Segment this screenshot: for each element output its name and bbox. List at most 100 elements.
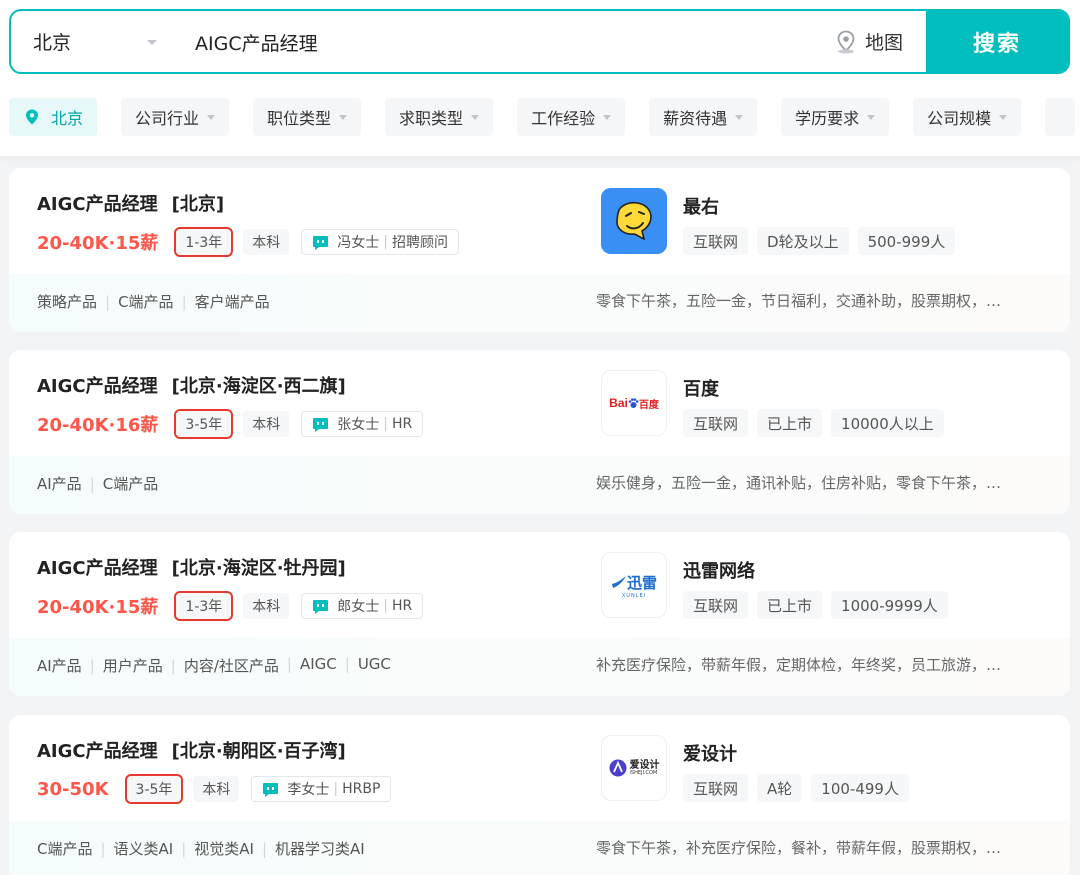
chevron-down-icon: [999, 114, 1008, 120]
company-tag: D轮及以上: [757, 227, 849, 255]
salary: 20-40K·15薪: [37, 233, 159, 254]
job-title[interactable]: AIGC产品经理 [北京]: [37, 190, 224, 216]
job-name: AIGC产品经理: [37, 376, 158, 397]
map-button[interactable]: 地图: [835, 11, 903, 72]
paw-icon: [628, 397, 639, 408]
aisheji-mark-icon: [609, 759, 626, 777]
experience-tag: 1-3年: [174, 591, 234, 621]
skill-tag: 视觉类AI: [173, 838, 254, 859]
chevron-down-icon: [735, 114, 744, 120]
filter-company-size[interactable]: 公司规模: [913, 98, 1022, 136]
job-name: AIGC产品经理: [37, 558, 158, 579]
search-button[interactable]: 搜索: [926, 11, 1068, 72]
company-tags: 互联网 D轮及以上 500-999人: [683, 227, 964, 255]
company-logo[interactable]: 迅雷 XUNLEI: [601, 552, 667, 618]
job-info-row: 20-40K·15薪 1-3年 本科 冯女士 | 招聘顾问: [37, 227, 459, 257]
filter-city-label: 北京: [51, 109, 84, 128]
education-tag: 本科: [243, 411, 290, 437]
experience-tag: 3-5年: [174, 409, 234, 439]
recruiter-chip[interactable]: 李女士 | HRBP: [251, 776, 392, 802]
job-title[interactable]: AIGC产品经理 [北京·海淀区·牡丹园]: [37, 554, 346, 580]
chat-icon: [313, 599, 329, 614]
skill-tag: 用户产品: [82, 655, 163, 676]
company-name[interactable]: 迅雷网络: [683, 557, 755, 583]
aisheji-logo: 爱设计 iSHEJI.COM: [609, 759, 660, 777]
job-card[interactable]: AIGC产品经理 [北京·海淀区·牡丹园] 20-40K·15薪 1-3年 本科 …: [9, 532, 1070, 696]
company-tag: 互联网: [683, 227, 749, 255]
skill-tag: C端产品: [97, 291, 173, 312]
company-tag: 100-499人: [811, 774, 909, 802]
salary: 30-50K: [37, 778, 109, 800]
job-location: [北京]: [171, 194, 225, 215]
zuiyou-logo-icon: [601, 188, 667, 254]
city-dropdown[interactable]: 北京: [33, 11, 173, 72]
recruiter-chip[interactable]: 张女士 | HR: [301, 411, 424, 437]
company-name[interactable]: 爱设计: [683, 740, 737, 766]
job-card[interactable]: AIGC产品经理 [北京] 20-40K·15薪 1-3年 本科 冯女士 | 招聘顾问…: [9, 168, 1070, 332]
filter-experience[interactable]: 工作经验: [517, 98, 626, 136]
company-tag: 10000人以上: [831, 409, 944, 437]
company-tag: 已上市: [757, 409, 823, 437]
job-card[interactable]: AIGC产品经理 [北京·海淀区·西二旗] 20-40K·16薪 3-5年 本科 …: [9, 350, 1070, 514]
city-dropdown-label: 北京: [33, 32, 72, 54]
swoosh-icon: [611, 576, 626, 588]
job-card-footer: 策略产品 C端产品 客户端产品 零食下午茶，五险一金，节日福利，交通补助，股票期…: [9, 274, 1070, 332]
experience-tag: 3-5年: [124, 774, 184, 804]
recruiter-role: HRBP: [342, 781, 381, 797]
salary: 20-40K·15薪: [37, 597, 159, 618]
filter-label: 学历要求: [795, 109, 860, 128]
xunlei-logo-text: 迅雷: [626, 573, 657, 592]
job-name: AIGC产品经理: [37, 194, 158, 215]
benefits: 娱乐健身，五险一金，通讯补贴，住房补贴，零食下午茶，…: [596, 474, 1002, 492]
baidu-logo-text-cn: 百度: [638, 399, 659, 411]
company-tags: 互联网 A轮 100-499人: [683, 774, 918, 802]
skill-tag: 机器学习类AI: [254, 838, 365, 859]
job-card-footer: C端产品 语义类AI 视觉类AI 机器学习类AI 零食下午茶，补充医疗保险，餐补…: [9, 821, 1070, 875]
company-tag: A轮: [757, 774, 803, 802]
filter-industry[interactable]: 公司行业: [121, 98, 230, 136]
recruiter-chip[interactable]: 郎女士 | HR: [301, 593, 424, 619]
separator: |: [383, 598, 388, 614]
job-title[interactable]: AIGC产品经理 [北京·海淀区·西二旗]: [37, 372, 346, 398]
recruiter-name: 冯女士: [337, 235, 380, 251]
company-logo[interactable]: 爱设计 iSHEJI.COM: [601, 735, 667, 801]
job-title[interactable]: AIGC产品经理 [北京·朝阳区·百子湾]: [37, 737, 346, 763]
search-input[interactable]: [195, 23, 795, 61]
skill-tags: AI产品 用户产品 内容/社区产品 AIGC UGC: [37, 655, 391, 676]
company-tag: 互联网: [683, 591, 749, 619]
skill-tags: C端产品 语义类AI 视觉类AI 机器学习类AI: [37, 838, 365, 859]
aisheji-logo-text: 爱设计: [629, 759, 660, 771]
map-label: 地图: [865, 32, 904, 54]
skill-tag: UGC: [337, 655, 391, 676]
recruiter-chip[interactable]: 冯女士 | 招聘顾问: [301, 229, 459, 255]
filter-label: 公司规模: [927, 109, 992, 128]
filter-salary[interactable]: 薪资待遇: [649, 98, 758, 136]
company-tag: 500-999人: [857, 227, 956, 255]
separator: |: [383, 234, 388, 250]
filter-city[interactable]: 北京: [9, 98, 98, 136]
filter-education[interactable]: 学历要求: [781, 98, 890, 136]
skill-tag: 客户端产品: [174, 291, 270, 312]
skill-tags: 策略产品 C端产品 客户端产品: [37, 291, 270, 312]
xunlei-logo-subtext: XUNLEI: [621, 592, 647, 599]
job-location: [北京·海淀区·牡丹园]: [171, 558, 346, 579]
job-info-row: 20-40K·16薪 3-5年 本科 张女士 | HR: [37, 409, 424, 439]
job-card[interactable]: AIGC产品经理 [北京·朝阳区·百子湾] 30-50K 3-5年 本科 李女士 |…: [9, 715, 1070, 875]
filter-label: 职位类型: [267, 109, 332, 128]
filter-position-type[interactable]: 职位类型: [253, 98, 362, 136]
chat-icon: [263, 782, 279, 797]
location-pin-icon: [26, 109, 38, 125]
recruiter-role: HR: [392, 416, 413, 432]
company-tags: 互联网 已上市 10000人以上: [683, 409, 953, 437]
company-logo[interactable]: [601, 188, 667, 254]
company-tag: 互联网: [683, 409, 749, 437]
separator: |: [333, 781, 339, 797]
filter-job-type[interactable]: 求职类型: [385, 98, 494, 136]
company-logo[interactable]: Bai 百度: [601, 370, 667, 436]
company-name[interactable]: 百度: [683, 375, 719, 401]
location-pin-icon: [837, 30, 855, 53]
company-name[interactable]: 最右: [683, 193, 719, 219]
filter-more[interactable]: [1045, 98, 1076, 136]
separator: |: [383, 416, 388, 432]
chevron-down-icon: [603, 114, 612, 120]
